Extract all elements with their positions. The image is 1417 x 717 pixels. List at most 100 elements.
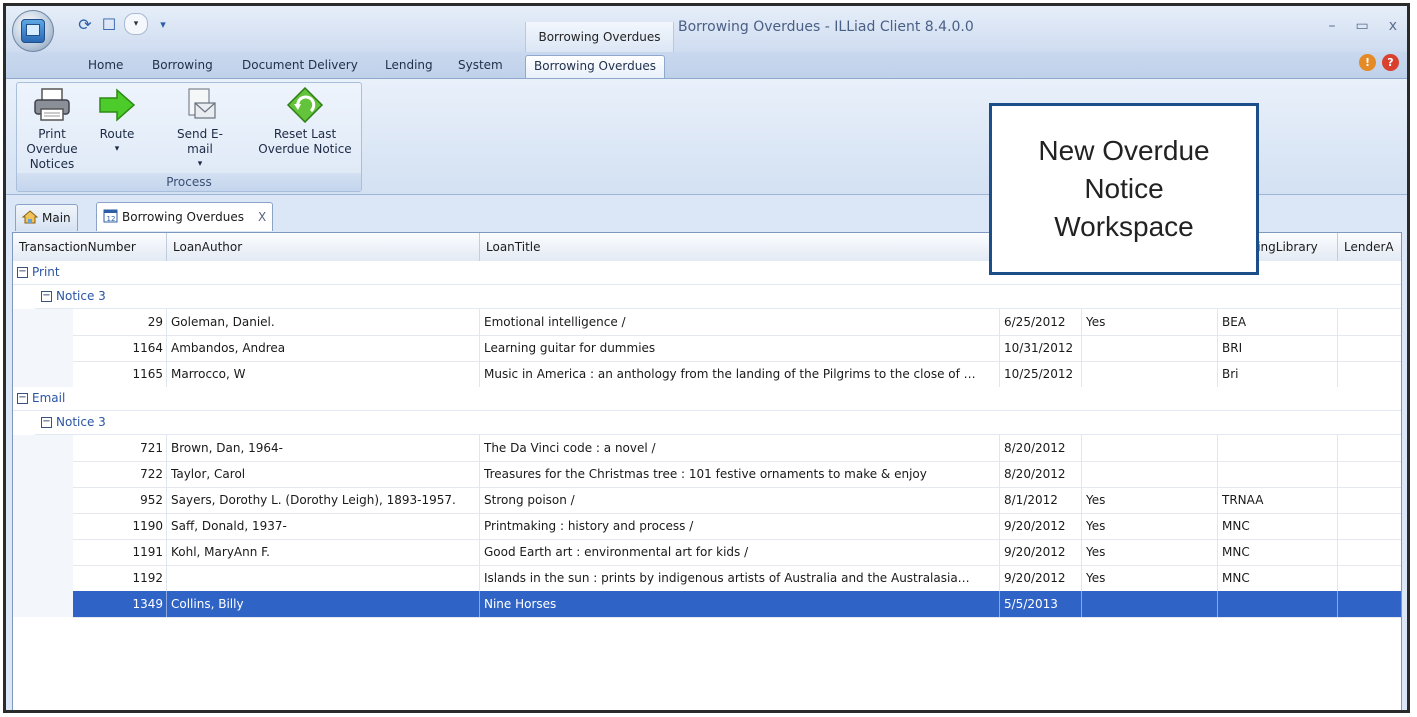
tab-home[interactable]: Home (88, 58, 123, 72)
close-button[interactable]: x (1389, 18, 1397, 34)
application-orb-button[interactable] (12, 10, 54, 52)
column-loan-author[interactable]: LoanAuthor (167, 233, 480, 261)
table-cell: Brown, Dan, 1964- (167, 435, 480, 461)
print-overdue-notices-button[interactable]: Print Overdue Notices (19, 87, 85, 172)
collapse-toggle-icon[interactable]: − (17, 267, 28, 278)
route-button-label: Route (99, 127, 135, 141)
printer-icon (32, 87, 72, 123)
table-cell: Ambandos, Andrea (167, 335, 480, 361)
table-cell (1082, 435, 1218, 461)
arrow-right-icon (97, 87, 137, 123)
contextual-tab-title: Borrowing Overdues (525, 22, 674, 52)
tab-lending[interactable]: Lending (385, 58, 433, 72)
table-cell (1082, 591, 1218, 617)
window-controls: – ▭ x (1328, 18, 1397, 34)
tab-borrowing-overdues[interactable]: Borrowing Overdues (525, 55, 666, 78)
home-icon (21, 209, 39, 227)
table-cell (1338, 565, 1401, 591)
table-row[interactable]: 721 Brown, Dan, 1964- The Da Vinci code : … (73, 435, 1401, 462)
table-cell (1082, 461, 1218, 487)
send-email-button[interactable]: Send E-mail ▾ (167, 87, 233, 172)
table-cell: Yes (1082, 487, 1218, 513)
subgroup-label: Notice 3 (56, 415, 106, 429)
callout-line-1: New Overdue (1038, 135, 1210, 166)
group-indent (13, 435, 73, 617)
table-cell: 1165 (73, 361, 167, 387)
table-cell (1338, 309, 1401, 335)
table-cell (1082, 335, 1218, 361)
table-cell: Emotional intelligence / (480, 309, 1000, 335)
table-row[interactable]: 952 Sayers, Dorothy L. (Dorothy Leigh), 1… (73, 487, 1401, 514)
workspace-callout: New Overdue Notice Workspace (989, 103, 1259, 275)
column-lender-a[interactable]: LenderA (1338, 233, 1401, 261)
table-row[interactable]: 1191 Kohl, MaryAnn F. Good Earth art : env… (73, 539, 1401, 566)
close-tab-icon[interactable]: X (258, 210, 266, 224)
doc-tab-borrowing-overdues[interactable]: 12 Borrowing Overdues X (96, 202, 274, 231)
refresh-icon[interactable]: ⟳ (76, 15, 94, 34)
send-email-dropdown-icon: ▾ (197, 159, 203, 169)
group-label: Print (32, 265, 60, 279)
collapse-toggle-icon[interactable]: − (17, 393, 28, 404)
table-cell: Goleman, Daniel. (167, 309, 480, 335)
collapse-toggle-icon[interactable]: − (41, 417, 52, 428)
table-cell: 10/25/2012 (1000, 361, 1082, 387)
group-row[interactable]: − Email (13, 387, 1401, 411)
maximize-button[interactable]: ▭ (1355, 18, 1368, 34)
callout-line-2: Notice (1084, 173, 1164, 204)
route-dropdown-icon: ▾ (114, 144, 120, 154)
help-icon[interactable]: ? (1382, 54, 1399, 71)
table-row[interactable]: 1164 Ambandos, Andrea Learning guitar for … (73, 335, 1401, 362)
table-row[interactable]: 1165 Marrocco, W Music in America : an ant… (73, 361, 1401, 388)
minimize-button[interactable]: – (1328, 18, 1335, 34)
reset-last-overdue-notice-button[interactable]: Reset Last Overdue Notice (253, 86, 357, 157)
table-row[interactable]: 1190 Saff, Donald, 1937- Printmaking : his… (73, 513, 1401, 540)
table-cell: Bri (1218, 361, 1338, 387)
tab-system[interactable]: System (458, 58, 503, 72)
subgroup-row[interactable]: − Notice 3 (35, 285, 1401, 309)
process-group: Print Overdue Notices Route ▾ Send E-mai… (16, 82, 362, 192)
group-label: Email (32, 391, 66, 405)
table-cell: 721 (73, 435, 167, 461)
table-row[interactable]: 1349 Collins, Billy Nine Horses 5/5/2013 (73, 591, 1401, 618)
table-row[interactable]: 722 Taylor, Carol Treasures for the Christ… (73, 461, 1401, 488)
table-cell: 1164 (73, 335, 167, 361)
screenshot: ⟳ ☐ ▾ ▾ Borrowing Overdues Borrowing Ove… (0, 0, 1417, 717)
table-cell (1338, 513, 1401, 539)
doc-tab-main[interactable]: Main (15, 204, 78, 231)
new-window-icon[interactable]: ☐ (100, 15, 118, 34)
table-cell: 1190 (73, 513, 167, 539)
collapse-toggle-icon[interactable]: − (41, 291, 52, 302)
table-cell: 8/20/2012 (1000, 435, 1082, 461)
table-cell: MNC (1218, 565, 1338, 591)
table-row[interactable]: 29 Goleman, Daniel. Emotional intelligence… (73, 309, 1401, 336)
overdues-grid: TransactionNumber LoanAuthor LoanTitle n… (12, 232, 1402, 710)
table-row[interactable]: 1192 Islands in the sun : prints by indig… (73, 565, 1401, 592)
table-cell (1338, 335, 1401, 361)
table-cell (1338, 461, 1401, 487)
print-button-line1: Print Overdue (26, 127, 78, 156)
tab-document-delivery[interactable]: Document Delivery (242, 58, 358, 72)
table-cell: Yes (1082, 565, 1218, 591)
table-cell: MNC (1218, 539, 1338, 565)
table-cell: Good Earth art : environmental art for k… (480, 539, 1000, 565)
table-cell: BRI (1218, 335, 1338, 361)
table-cell: 1191 (73, 539, 167, 565)
subgroup-row[interactable]: − Notice 3 (35, 411, 1401, 435)
send-email-label: Send E-mail (177, 127, 223, 156)
table-cell (1338, 539, 1401, 565)
route-button[interactable]: Route ▾ (93, 87, 141, 157)
table-cell: 6/25/2012 (1000, 309, 1082, 335)
column-transaction-number[interactable]: TransactionNumber (13, 233, 167, 261)
notification-icon[interactable]: ! (1359, 54, 1376, 71)
customize-qat-icon[interactable]: ▾ (154, 15, 172, 33)
tab-borrowing[interactable]: Borrowing (152, 58, 213, 72)
table-cell (1218, 435, 1338, 461)
reset-label-line2: Overdue Notice (258, 142, 352, 156)
table-cell: 10/31/2012 (1000, 335, 1082, 361)
table-cell: Printmaking : history and process / (480, 513, 1000, 539)
table-cell: Islands in the sun : prints by indigenou… (480, 565, 1000, 591)
qat-dropdown-icon[interactable]: ▾ (124, 13, 148, 35)
table-cell: 8/20/2012 (1000, 461, 1082, 487)
column-loan-title[interactable]: LoanTitle (480, 233, 1000, 261)
table-cell (167, 565, 480, 591)
